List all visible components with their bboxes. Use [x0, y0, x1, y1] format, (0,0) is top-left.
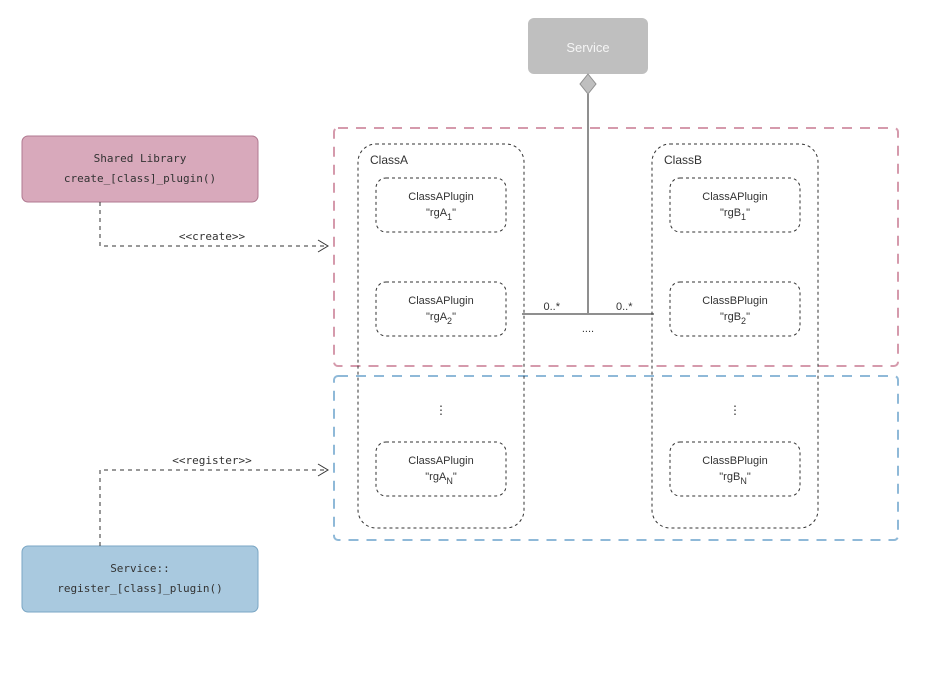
classb-container: ClassB ClassAPlugin "rgB1" ClassBPlugin … [652, 144, 818, 528]
svg-text:ClassAPlugin: ClassAPlugin [408, 455, 473, 467]
register-label: <<register>> [172, 454, 252, 467]
svg-text:ClassBPlugin: ClassBPlugin [702, 455, 767, 467]
service-node: Service [528, 18, 648, 74]
svg-text:"rgA2": "rgA2" [426, 311, 456, 326]
classb-vdots: ⋮ [729, 403, 741, 417]
svg-text:ClassBPlugin: ClassBPlugin [702, 295, 767, 307]
svg-text:ClassAPlugin: ClassAPlugin [702, 191, 767, 203]
classa-title: ClassA [370, 153, 408, 167]
registrar-fn: register_[class]_plugin() [57, 582, 223, 595]
ellipsis: .... [582, 323, 594, 335]
classa-plugin-2: ClassAPlugin "rgA2" [376, 282, 506, 336]
classb-plugin-1: ClassAPlugin "rgB1" [670, 178, 800, 232]
registrar-title: Service:: [110, 562, 170, 575]
svg-text:"rgBN": "rgBN" [719, 471, 751, 486]
classa-plugin-1: ClassAPlugin "rgA1" [376, 178, 506, 232]
shared-library-title: Shared Library [94, 152, 187, 165]
multiplicity-right: 0..* [616, 301, 633, 313]
svg-text:"rgA1": "rgA1" [426, 207, 456, 222]
registrar-node: Service:: register_[class]_plugin() [22, 546, 258, 612]
svg-text:ClassAPlugin: ClassAPlugin [408, 191, 473, 203]
classb-title: ClassB [664, 153, 702, 167]
create-scope-region [334, 128, 898, 366]
multiplicity-left: 0..* [543, 301, 560, 313]
classa-vdots: ⋮ [435, 403, 447, 417]
svg-text:ClassAPlugin: ClassAPlugin [408, 295, 473, 307]
service-label: Service [566, 40, 609, 55]
svg-text:"rgAN": "rgAN" [425, 471, 457, 486]
svg-text:"rgB2": "rgB2" [720, 311, 750, 326]
shared-library-node: Shared Library create_[class]_plugin() [22, 136, 258, 202]
classb-plugin-n: ClassBPlugin "rgBN" [670, 442, 800, 496]
classa-plugin-n: ClassAPlugin "rgAN" [376, 442, 506, 496]
svg-text:"rgB1": "rgB1" [720, 207, 750, 222]
create-arrow: <<create>> [100, 202, 328, 252]
shared-library-fn: create_[class]_plugin() [64, 172, 216, 185]
classa-container: ClassA ClassAPlugin "rgA1" ClassAPlugin … [358, 144, 524, 528]
create-label: <<create>> [179, 230, 246, 243]
diagram-canvas: Service 0..* 0..* .... ClassA ClassAPlug… [0, 0, 938, 676]
classb-plugin-2: ClassBPlugin "rgB2" [670, 282, 800, 336]
register-arrow: <<register>> [100, 454, 328, 546]
aggregation-connector: 0..* 0..* .... [522, 74, 654, 335]
